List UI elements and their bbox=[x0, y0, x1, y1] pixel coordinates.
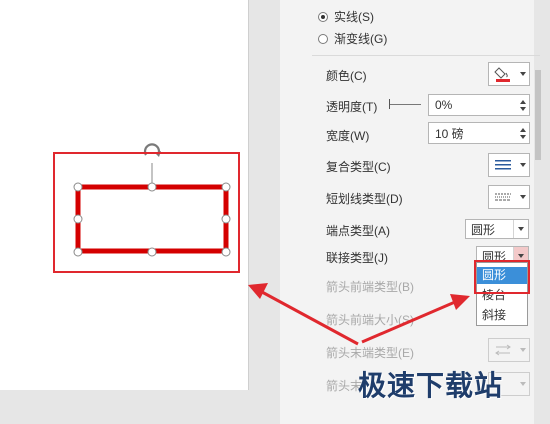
transparency-label: 透明度(T) bbox=[326, 100, 378, 114]
status-strip bbox=[0, 390, 280, 424]
chevron-down-icon bbox=[517, 163, 529, 167]
arrow-end-type-button bbox=[488, 338, 530, 362]
double-arrow-icon bbox=[489, 344, 517, 356]
join-option-round[interactable]: 圆形 bbox=[477, 267, 527, 284]
join-type-menu: 圆形 棱台 斜接 bbox=[476, 262, 528, 326]
join-option-bevel[interactable]: 棱台 bbox=[477, 287, 527, 304]
transparency-spinner[interactable]: 0% bbox=[428, 94, 530, 116]
color-label: 颜色(C) bbox=[326, 69, 367, 83]
dash-lines-icon bbox=[489, 191, 517, 203]
dash-type-label: 短划线类型(D) bbox=[326, 192, 403, 206]
outline-color-button[interactable] bbox=[488, 62, 530, 86]
join-option-miter[interactable]: 斜接 bbox=[477, 307, 527, 324]
dash-type-button[interactable] bbox=[488, 185, 530, 209]
arrow-begin-type-label: 箭头前端类型(B) bbox=[326, 280, 414, 294]
paint-bucket-icon bbox=[489, 65, 517, 83]
gradient-line-label: 渐变线(G) bbox=[334, 32, 388, 46]
cap-type-value: 圆形 bbox=[471, 222, 496, 237]
solid-line-option[interactable]: 实线(S) bbox=[318, 8, 374, 25]
solid-line-radio[interactable] bbox=[318, 11, 328, 22]
compound-type-label: 复合类型(C) bbox=[326, 160, 391, 174]
join-type-label: 联接类型(J) bbox=[326, 251, 388, 265]
arrow-begin-size-label: 箭头前端大小(S) bbox=[326, 313, 414, 327]
width-label: 宽度(W) bbox=[326, 129, 370, 143]
cap-type-label: 端点类型(A) bbox=[326, 224, 390, 238]
gradient-line-option[interactable]: 渐变线(G) bbox=[318, 30, 387, 47]
arrow-end-type-label: 箭头末端类型(E) bbox=[326, 346, 414, 360]
scrollbar-thumb[interactable] bbox=[535, 70, 541, 160]
spin-arrows-icon[interactable] bbox=[517, 95, 529, 115]
compound-lines-icon bbox=[489, 159, 517, 171]
arrow-end-size-label: 箭头末 bbox=[326, 379, 363, 393]
pane-divider bbox=[312, 55, 540, 56]
chevron-down-icon bbox=[517, 72, 529, 76]
compound-type-button[interactable] bbox=[488, 153, 530, 177]
transparency-slider-track[interactable] bbox=[389, 104, 421, 105]
slide-canvas[interactable] bbox=[0, 0, 249, 390]
workspace-gap bbox=[249, 0, 279, 424]
cap-type-dropdown[interactable]: 圆形 bbox=[465, 219, 529, 239]
width-spinner[interactable]: 10 磅 bbox=[428, 122, 530, 144]
chevron-down-icon bbox=[517, 195, 529, 199]
gradient-line-radio[interactable] bbox=[318, 33, 328, 44]
chevron-down-icon bbox=[517, 348, 529, 352]
watermark-logo: 极速下载站 bbox=[358, 370, 504, 401]
solid-line-label: 实线(S) bbox=[334, 10, 374, 24]
chevron-down-icon bbox=[513, 220, 528, 238]
spin-arrows-icon[interactable] bbox=[517, 123, 529, 143]
transparency-value[interactable]: 0% bbox=[435, 98, 517, 112]
chevron-down-icon bbox=[517, 382, 529, 386]
pane-scrollbar[interactable] bbox=[534, 0, 542, 424]
transparency-slider-thumb[interactable] bbox=[389, 99, 390, 109]
width-value[interactable]: 10 磅 bbox=[435, 125, 517, 142]
current-color-swatch bbox=[496, 79, 510, 82]
